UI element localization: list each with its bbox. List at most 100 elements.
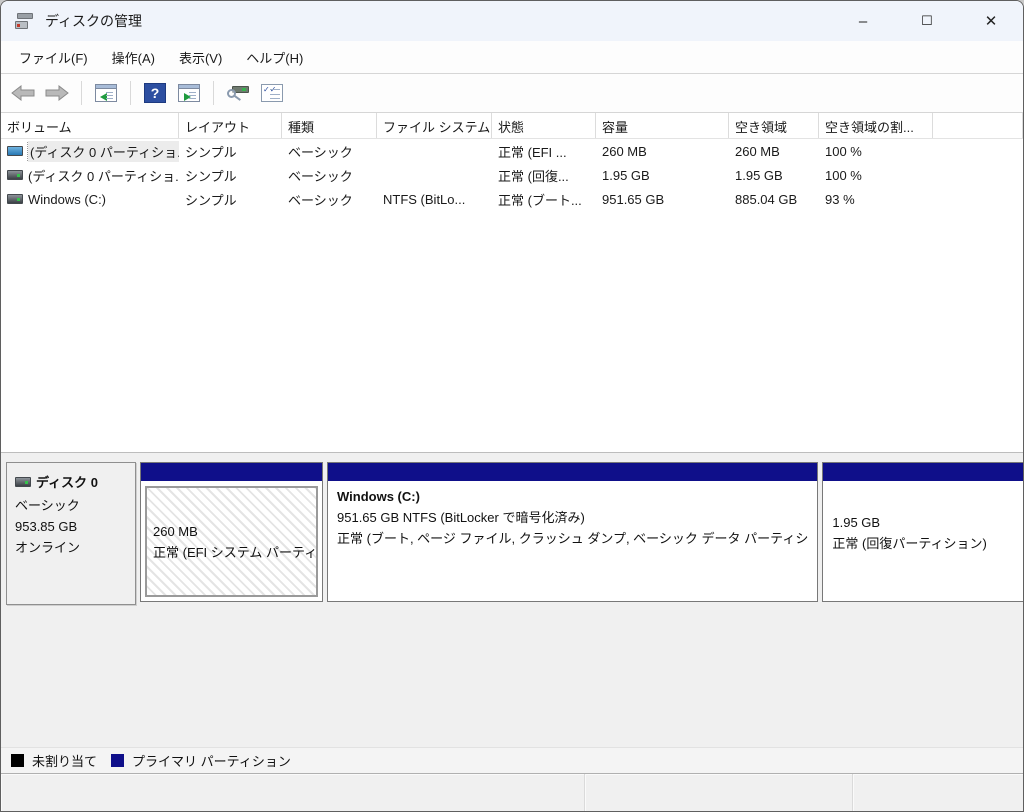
volume-name: Windows (C:) — [28, 192, 106, 207]
column-header-type[interactable]: 種類 — [282, 113, 377, 138]
column-header-status[interactable]: 状態 — [492, 113, 596, 138]
toolbar-separator — [81, 81, 82, 105]
toolbar: ? ✓✓ — [1, 74, 1023, 112]
disk-status: オンライン — [15, 537, 127, 558]
disk-management-window: ディスクの管理 – ☐ ✕ ファイル(F) 操作(A) 表示(V) ヘルプ(H)… — [0, 0, 1024, 812]
column-header-layout[interactable]: レイアウト — [179, 113, 282, 138]
cell-free-percent: 93 % — [819, 192, 933, 207]
partition-status: 正常 (ブート, ページ ファイル, クラッシュ ダンプ, ベーシック データ … — [337, 528, 808, 549]
show-action-pane-icon — [178, 84, 200, 102]
column-header-free-percent[interactable]: 空き領域の割... — [819, 113, 933, 138]
partition-status: 正常 (EFI システム パーティ — [153, 542, 310, 563]
volume-table-header: ボリューム レイアウト 種類 ファイル システム 状態 容量 空き領域 空き領域… — [1, 113, 1023, 139]
menu-action[interactable]: 操作(A) — [100, 43, 167, 72]
volume-name: (ディスク 0 パーティショ... — [28, 166, 179, 185]
cell-filesystem: NTFS (BitLo... — [377, 192, 492, 207]
show-console-tree-icon — [95, 84, 117, 102]
checklist-icon: ✓✓ — [261, 84, 283, 102]
partition-color-bar — [328, 463, 817, 482]
partition-size: 951.65 GB NTFS (BitLocker で暗号化済み) — [337, 507, 808, 528]
cell-layout: シンプル — [179, 190, 282, 209]
cell-status: 正常 (回復... — [492, 166, 596, 185]
help-icon: ? — [144, 83, 166, 103]
partition-title: Windows (C:) — [337, 489, 808, 504]
checklist-button[interactable]: ✓✓ — [258, 79, 286, 107]
disk-management-app-icon — [15, 12, 35, 30]
cell-capacity: 1.95 GB — [596, 168, 729, 183]
back-button[interactable] — [9, 79, 37, 107]
table-row[interactable]: Windows (C:) シンプル ベーシック NTFS (BitLo... 正… — [1, 187, 1023, 211]
volume-name: (ディスク 0 パーティショ... — [28, 141, 179, 162]
help-button[interactable]: ? — [141, 79, 169, 107]
column-header-capacity[interactable]: 容量 — [596, 113, 729, 138]
forward-button[interactable] — [43, 79, 71, 107]
cell-free-space: 885.04 GB — [729, 192, 819, 207]
column-header-filler — [933, 113, 1023, 138]
cell-capacity: 260 MB — [596, 144, 729, 159]
disk-name: ディスク 0 — [36, 472, 98, 491]
column-header-free-space[interactable]: 空き領域 — [729, 113, 819, 138]
toolbar-separator — [213, 81, 214, 105]
menu-help[interactable]: ヘルプ(H) — [234, 43, 315, 72]
minimize-button[interactable]: – — [831, 1, 895, 41]
primary-partition-label: プライマリ パーティション — [132, 751, 291, 770]
back-icon — [11, 85, 35, 101]
menu-view[interactable]: 表示(V) — [167, 43, 234, 72]
window-title: ディスクの管理 — [45, 11, 142, 31]
partition-graphic: 260 MB 正常 (EFI システム パーティ Windows (C:) 95… — [140, 462, 1024, 605]
volume-icon — [7, 170, 23, 180]
partition-size: 260 MB — [153, 521, 310, 542]
show-action-pane-button[interactable] — [175, 79, 203, 107]
status-segment — [853, 774, 1023, 811]
volume-icon — [7, 194, 23, 204]
partition-windows-c[interactable]: Windows (C:) 951.65 GB NTFS (BitLocker で… — [327, 462, 818, 602]
menu-file[interactable]: ファイル(F) — [7, 43, 100, 72]
show-console-tree-button[interactable] — [92, 79, 120, 107]
primary-partition-swatch — [111, 754, 124, 767]
cell-status: 正常 (EFI ... — [492, 142, 596, 161]
cell-capacity: 951.65 GB — [596, 192, 729, 207]
column-header-volume[interactable]: ボリューム — [1, 113, 179, 138]
cell-layout: シンプル — [179, 142, 282, 161]
toolbar-separator — [130, 81, 131, 105]
close-button[interactable]: ✕ — [959, 1, 1023, 41]
menu-bar: ファイル(F) 操作(A) 表示(V) ヘルプ(H) — [1, 41, 1023, 74]
column-header-filesystem[interactable]: ファイル システム — [377, 113, 492, 138]
partition-color-bar — [823, 463, 1024, 482]
cell-type: ベーシック — [282, 190, 377, 209]
partition-color-bar — [141, 463, 322, 482]
forward-icon — [45, 85, 69, 101]
status-segment — [585, 774, 853, 811]
cell-free-percent: 100 % — [819, 168, 933, 183]
maximize-button[interactable]: ☐ — [895, 1, 959, 41]
cell-status: 正常 (ブート... — [492, 190, 596, 209]
disk-properties-button[interactable] — [224, 79, 252, 107]
table-row[interactable]: (ディスク 0 パーティショ... シンプル ベーシック 正常 (EFI ...… — [1, 139, 1023, 163]
partition-size: 1.95 GB — [832, 512, 1024, 533]
partition-status: 正常 (回復パーティション) — [832, 533, 1024, 554]
disk-type: ベーシック — [15, 495, 127, 516]
table-row[interactable]: (ディスク 0 パーティショ... シンプル ベーシック 正常 (回復... 1… — [1, 163, 1023, 187]
disk-icon — [15, 477, 31, 487]
disk-0-info-panel[interactable]: ディスク 0 ベーシック 953.85 GB オンライン — [6, 462, 136, 605]
disk-size: 953.85 GB — [15, 516, 127, 537]
cell-type: ベーシック — [282, 166, 377, 185]
partition-recovery[interactable]: 1.95 GB 正常 (回復パーティション) — [822, 462, 1024, 602]
cell-free-space: 260 MB — [729, 144, 819, 159]
cell-type: ベーシック — [282, 142, 377, 161]
cell-free-percent: 100 % — [819, 144, 933, 159]
cell-layout: シンプル — [179, 166, 282, 185]
legend-bar: 未割り当て プライマリ パーティション — [1, 747, 1023, 774]
title-bar: ディスクの管理 – ☐ ✕ — [1, 1, 1023, 41]
status-bar — [1, 774, 1023, 811]
volume-list: ボリューム レイアウト 種類 ファイル システム 状態 容量 空き領域 空き領域… — [1, 112, 1023, 452]
unallocated-swatch — [11, 754, 24, 767]
disk-0-row: ディスク 0 ベーシック 953.85 GB オンライン 260 MB 正常 (… — [6, 462, 1020, 605]
partition-efi[interactable]: 260 MB 正常 (EFI システム パーティ — [140, 462, 323, 602]
status-segment — [1, 774, 585, 811]
unallocated-label: 未割り当て — [32, 751, 97, 770]
volume-icon — [7, 146, 23, 156]
cell-free-space: 1.95 GB — [729, 168, 819, 183]
disk-properties-icon — [226, 83, 250, 103]
graphical-view-pane: ディスク 0 ベーシック 953.85 GB オンライン 260 MB 正常 (… — [1, 457, 1023, 747]
